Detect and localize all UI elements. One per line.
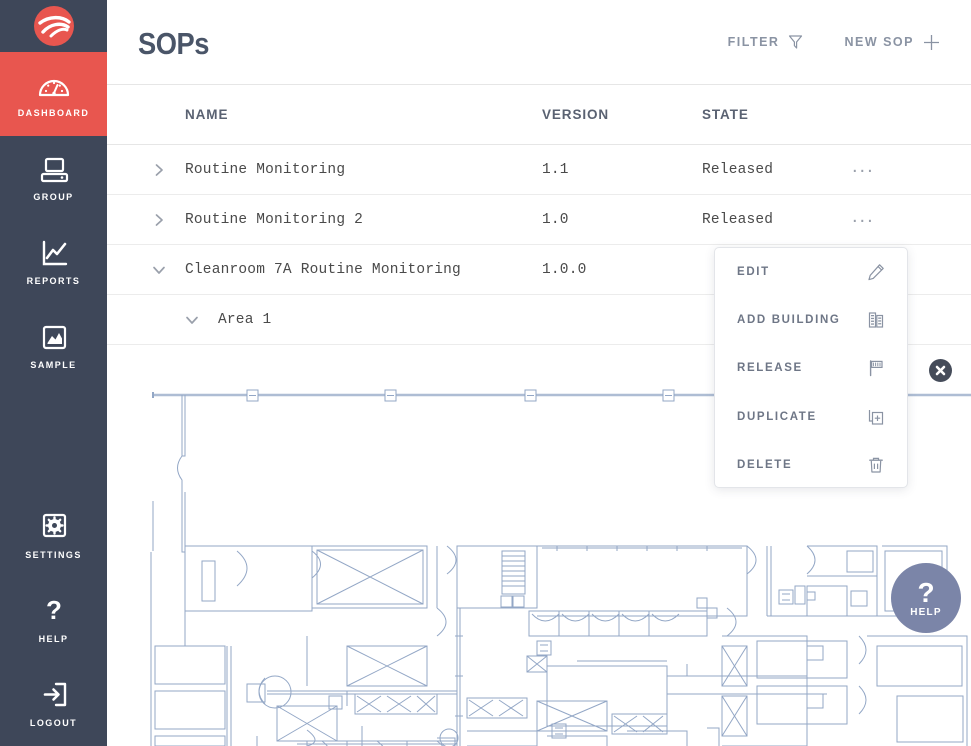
context-menu-item-edit[interactable]: EDIT [737, 248, 885, 296]
table-row[interactable]: Routine Monitoring 2 1.0 Released ... [107, 195, 971, 245]
column-header-state: STATE [702, 107, 749, 122]
table-header-row: NAME VERSION STATE [107, 85, 971, 145]
question-mark-icon: ? [46, 597, 62, 625]
gear-icon [42, 513, 66, 537]
chevron-right-icon[interactable] [152, 163, 166, 177]
company-logo[interactable] [0, 0, 107, 52]
plus-icon [924, 34, 939, 50]
chevron-down-icon[interactable] [152, 263, 166, 277]
sidebar-item-label: GROUP [33, 191, 74, 202]
help-bubble-label: HELP [910, 606, 942, 618]
help-bubble-symbol: ? [917, 576, 935, 608]
new-sop-button[interactable]: NEW SOP [844, 34, 940, 51]
sidebar-item-logout[interactable]: LOGOUT [0, 662, 107, 746]
column-header-version: VERSION [542, 107, 610, 122]
close-x-icon [935, 365, 946, 376]
context-menu-item-duplicate[interactable]: DUPLICATE [737, 393, 885, 441]
help-bubble-button[interactable]: ? HELP [891, 563, 961, 633]
sample-image-icon [42, 325, 66, 349]
new-sop-label: NEW SOP [844, 35, 914, 49]
row-name-cell: Routine Monitoring [107, 162, 542, 178]
logout-arrow-icon [43, 682, 66, 706]
header-actions: FILTER NEW SOP [728, 34, 940, 51]
context-menu-label: DUPLICATE [737, 410, 817, 423]
sub-row-name-text: Area 1 [218, 311, 272, 328]
context-menu-label: EDIT [737, 266, 770, 279]
sub-row-name-cell: Area 1 [107, 312, 542, 328]
context-menu: EDIT ADD BUILDING RELEASE DUPLICATE DELE… [714, 247, 908, 488]
copy-icon [868, 409, 884, 425]
close-button[interactable] [929, 359, 952, 382]
sidebar-item-label: LOGOUT [29, 717, 78, 728]
svg-text:?: ? [46, 597, 62, 625]
page-title: SOPs [138, 26, 210, 61]
sidebar-item-settings[interactable]: SETTINGS [0, 494, 107, 578]
sidebar-bottom-group: SETTINGS ? HELP LOGOUT [0, 494, 107, 746]
reports-chart-icon [42, 240, 67, 265]
dashboard-gauge-icon [38, 79, 69, 96]
chevron-right-icon[interactable] [152, 213, 166, 227]
row-state-cell: Released [702, 211, 774, 228]
sidebar-item-dashboard[interactable]: DASHBOARD [0, 52, 107, 136]
sidebar-item-label: REPORTS [26, 275, 81, 286]
context-menu-item-release[interactable]: RELEASE [737, 344, 885, 392]
filter-label: FILTER [727, 35, 780, 49]
row-actions-cell: ... [852, 156, 971, 177]
column-header-name: NAME [185, 107, 229, 122]
row-actions-cell: ... [852, 206, 971, 227]
row-version-cell: 1.0.0 [542, 261, 587, 278]
sidebar-item-sample[interactable]: SAMPLE [0, 304, 107, 388]
sidebar-item-help[interactable]: ? HELP [0, 578, 107, 662]
row-name-text: Routine Monitoring [185, 161, 346, 178]
row-overflow-menu-button[interactable]: ... [852, 156, 875, 177]
sidebar-item-label: SETTINGS [25, 549, 82, 560]
row-version-cell: 1.1 [542, 161, 569, 178]
row-name-cell: Cleanroom 7A Routine Monitoring [107, 262, 542, 278]
sidebar-item-group[interactable]: GROUP [0, 136, 107, 220]
sidebar-item-label: HELP [38, 633, 69, 644]
company-logo-icon [33, 6, 74, 46]
row-name-text: Cleanroom 7A Routine Monitoring [185, 261, 461, 278]
table-row[interactable]: Routine Monitoring 1.1 Released ... [107, 145, 971, 195]
sidebar-item-reports[interactable]: REPORTS [0, 220, 107, 304]
row-name-text: Routine Monitoring 2 [185, 211, 364, 228]
funnel-icon [789, 35, 803, 49]
filter-button[interactable]: FILTER [728, 34, 804, 50]
page-header: SOPs FILTER NEW SOP [107, 0, 971, 85]
context-menu-label: ADD BUILDING [737, 314, 841, 327]
main-content: SOPs FILTER NEW SOP NAME VERSION STATE R… [107, 0, 971, 746]
context-menu-label: RELEASE [737, 362, 803, 375]
pencil-icon [868, 264, 884, 281]
context-menu-item-delete[interactable]: DELETE [737, 441, 885, 489]
building-icon [868, 312, 884, 328]
row-version-cell: 1.0 [542, 211, 569, 228]
sidebar: DASHBOARD GROUP REPORTS SAMPLE SETTINGS … [0, 0, 107, 746]
application-root: DASHBOARD GROUP REPORTS SAMPLE SETTINGS … [0, 0, 971, 746]
row-state-cell: Released [702, 161, 774, 178]
sidebar-item-label: DASHBOARD [17, 107, 90, 118]
context-menu-item-add-building[interactable]: ADD BUILDING [737, 296, 885, 344]
row-name-cell: Routine Monitoring 2 [107, 212, 542, 228]
trash-icon [869, 457, 883, 473]
group-server-icon [40, 157, 68, 182]
row-overflow-menu-button[interactable]: ... [852, 206, 875, 227]
chevron-down-icon[interactable] [185, 313, 199, 327]
context-menu-label: DELETE [737, 458, 793, 471]
flag-icon [869, 360, 883, 377]
sidebar-item-label: SAMPLE [30, 359, 77, 370]
